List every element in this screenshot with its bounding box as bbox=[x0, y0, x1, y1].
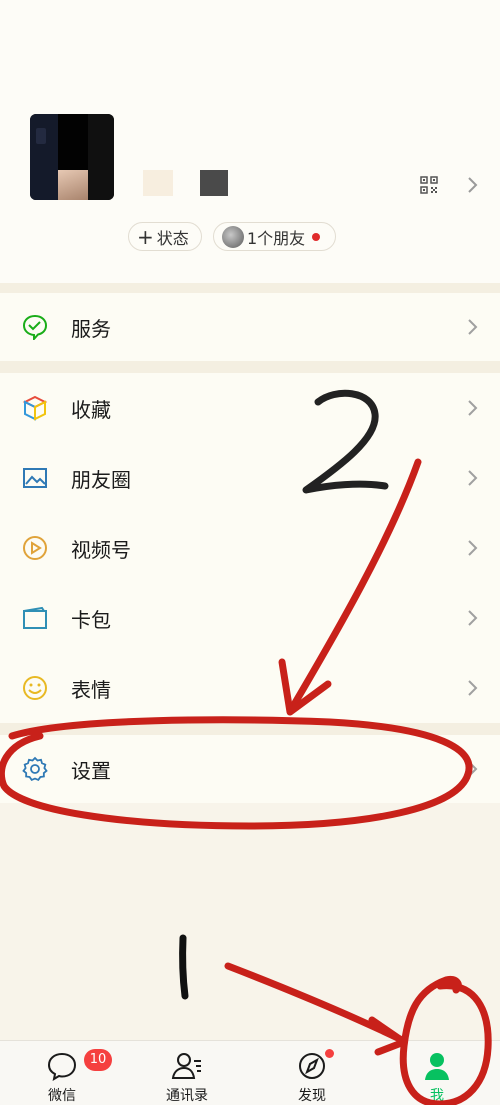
nickname-redacted bbox=[143, 170, 173, 196]
menu-item-stickers[interactable]: 表情 bbox=[0, 653, 500, 723]
chevron-right-icon bbox=[468, 400, 478, 416]
chat-bubble-icon bbox=[47, 1052, 77, 1081]
annotation-number-one bbox=[179, 934, 189, 1000]
smiley-icon bbox=[23, 676, 47, 700]
chevron-right-icon bbox=[468, 680, 478, 696]
bottom-tab-bar: 微信 10 通讯录 发现 我 bbox=[0, 1040, 500, 1105]
services-icon bbox=[22, 314, 48, 340]
friends-label: 1个朋友 bbox=[247, 228, 306, 248]
menu-item-settings[interactable]: 设置 bbox=[0, 735, 500, 803]
channels-label: 视频号 bbox=[71, 537, 131, 562]
status-label: 状态 bbox=[156, 228, 189, 248]
favorites-cube-icon bbox=[22, 395, 48, 421]
chevron-right-icon bbox=[468, 540, 478, 556]
chevron-right-icon bbox=[468, 761, 478, 777]
chevron-right-icon bbox=[468, 319, 478, 335]
profile-header[interactable]: + 状态 1个朋友 bbox=[0, 0, 500, 283]
tab-discover[interactable]: 发现 bbox=[262, 1041, 362, 1105]
favorites-label: 收藏 bbox=[71, 397, 111, 422]
notification-dot bbox=[312, 232, 321, 241]
tab-contacts[interactable]: 通讯录 bbox=[137, 1041, 237, 1105]
menu-item-cards[interactable]: 卡包 bbox=[0, 583, 500, 653]
divider bbox=[0, 283, 500, 293]
divider bbox=[0, 361, 500, 373]
tab-discover-label: 发现 bbox=[298, 1088, 326, 1104]
tab-me[interactable]: 我 bbox=[387, 1041, 487, 1105]
friend-avatar-icon bbox=[222, 225, 244, 248]
gear-icon bbox=[22, 756, 48, 781]
chevron-right-icon[interactable] bbox=[466, 176, 478, 194]
channels-play-icon bbox=[23, 536, 47, 560]
chevron-right-icon bbox=[468, 470, 478, 486]
services-label: 服务 bbox=[71, 316, 111, 341]
divider bbox=[0, 723, 500, 735]
friends-status-button[interactable]: 1个朋友 bbox=[213, 222, 336, 251]
chevron-right-icon bbox=[468, 610, 478, 626]
tab-contacts-label: 通讯录 bbox=[166, 1088, 208, 1104]
settings-label: 设置 bbox=[71, 758, 111, 783]
contacts-person-icon bbox=[171, 1053, 201, 1079]
moments-label: 朋友圈 bbox=[71, 467, 131, 492]
wechat-id-redacted bbox=[200, 170, 228, 196]
menu-item-favorites[interactable]: 收藏 bbox=[0, 373, 500, 443]
wechat-me-screen: + 状态 1个朋友 服务 收藏 朋友圈 视频号 卡包 表情 设置 微信 10 通… bbox=[0, 0, 500, 1105]
avatar[interactable] bbox=[30, 114, 114, 200]
compass-icon bbox=[299, 1053, 325, 1079]
status-button[interactable]: + 状态 bbox=[128, 222, 202, 251]
unread-count-badge: 10 bbox=[84, 1049, 112, 1071]
tab-chats[interactable]: 微信 10 bbox=[12, 1041, 112, 1105]
qr-code-icon[interactable] bbox=[420, 176, 438, 194]
tab-chats-label: 微信 bbox=[48, 1088, 76, 1104]
cards-label: 卡包 bbox=[71, 607, 111, 632]
card-wallet-icon bbox=[23, 606, 47, 629]
menu-item-channels[interactable]: 视频号 bbox=[0, 513, 500, 583]
moments-image-icon bbox=[23, 468, 47, 488]
me-person-icon bbox=[425, 1053, 449, 1080]
tab-me-label: 我 bbox=[430, 1088, 444, 1104]
stickers-label: 表情 bbox=[71, 677, 111, 702]
annotation-arrow-to-me-tab bbox=[224, 962, 406, 1044]
menu-item-moments[interactable]: 朋友圈 bbox=[0, 443, 500, 513]
plus-icon: + bbox=[137, 224, 154, 249]
discover-notification-dot bbox=[325, 1049, 334, 1058]
menu-item-services[interactable]: 服务 bbox=[0, 293, 500, 361]
